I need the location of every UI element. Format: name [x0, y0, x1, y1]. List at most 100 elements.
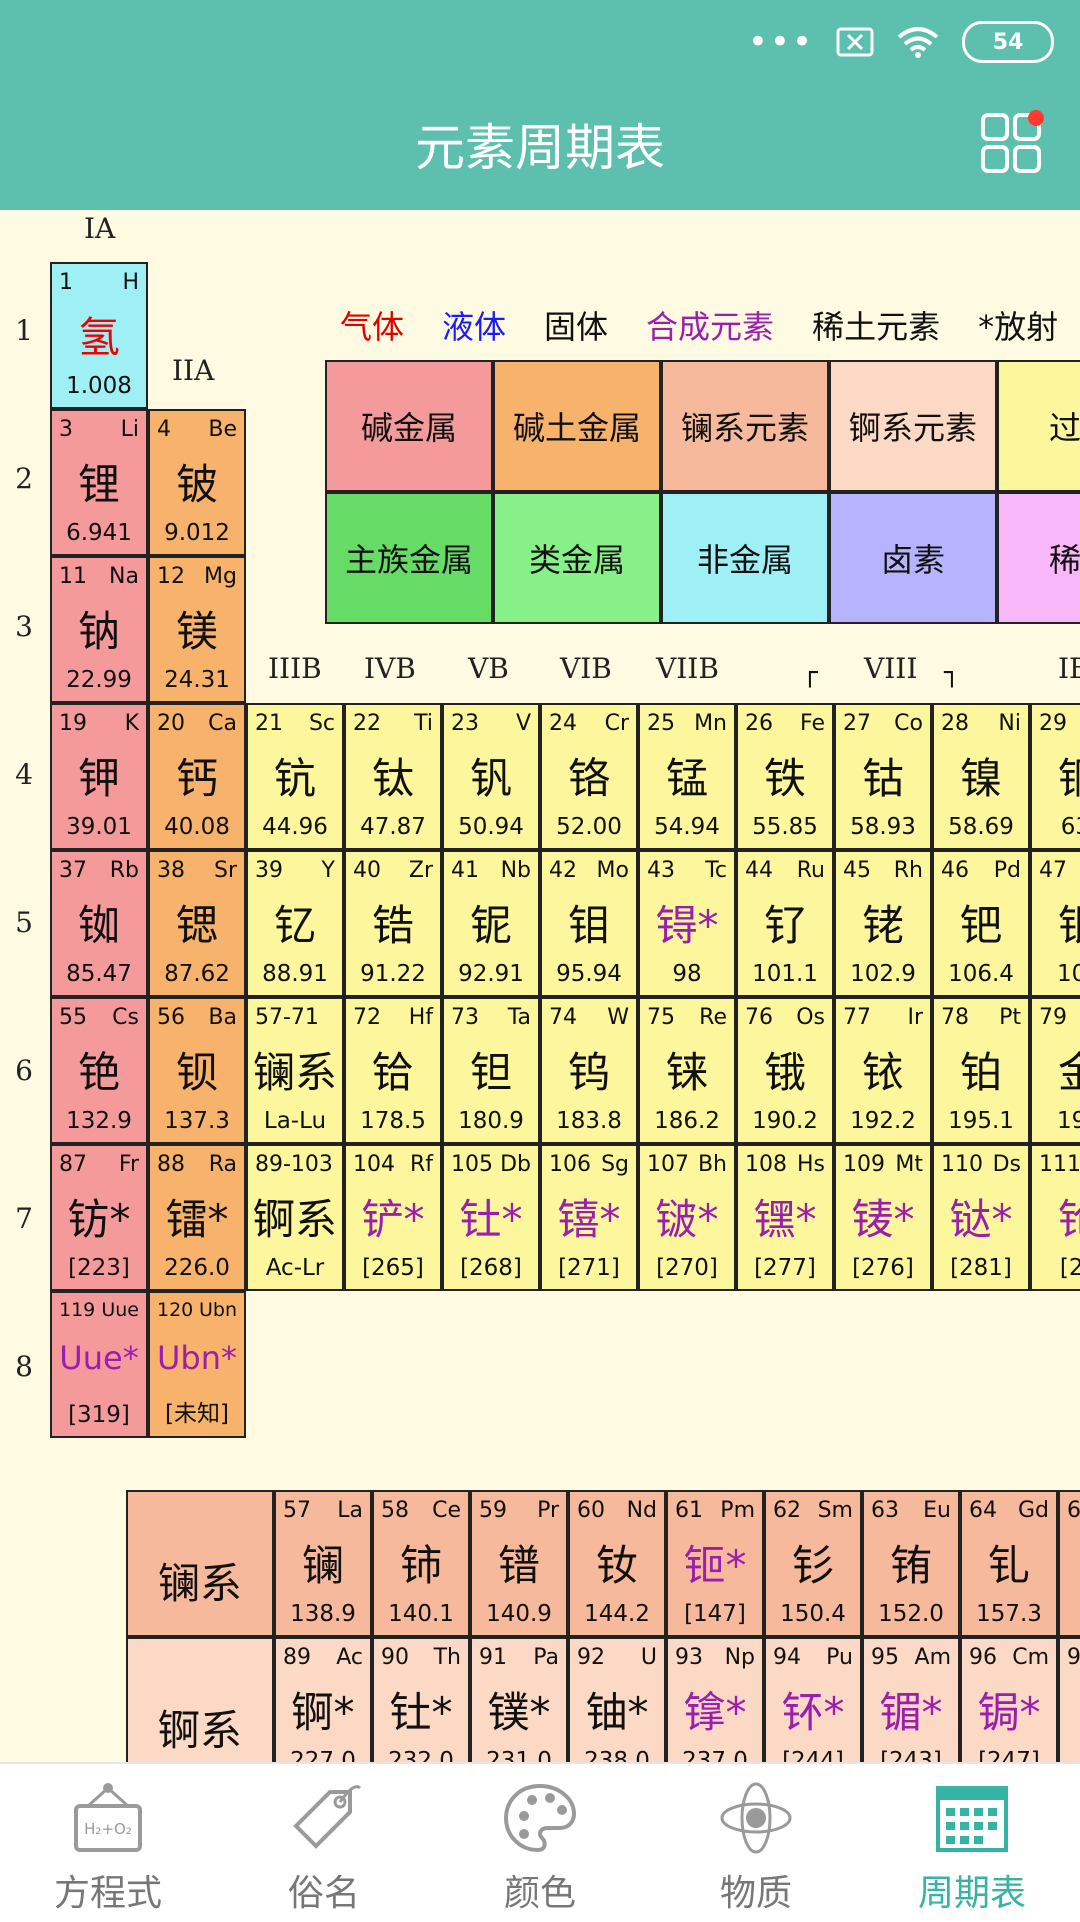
element-cell[interactable]: 93 Np 镎* 237.0 — [666, 1637, 764, 1762]
element-cell[interactable]: 72 Hf 铪 178.5 — [344, 997, 442, 1144]
element-name: 钇 — [273, 901, 316, 950]
element-cell[interactable]: 104 Rf 铲* [265] — [344, 1144, 442, 1291]
element-cell[interactable]: 12 Mg 镁 24.31 — [148, 556, 246, 703]
element-cell[interactable]: 24 Cr 铬 52.00 — [540, 703, 638, 850]
element-cell[interactable]: 11 Na 钠 22.99 — [50, 556, 148, 703]
element-cell[interactable]: 21 Sc 钪 44.96 — [246, 703, 344, 850]
atomic-number: 109 — [843, 1152, 885, 1177]
element-cell[interactable]: 44 Ru 钌 101.1 — [736, 850, 834, 997]
element-cell[interactable]: 4 Be 铍 9.012 — [148, 409, 246, 556]
battery-indicator: 54 — [962, 21, 1054, 63]
element-cell[interactable]: 22 Ti 钛 47.87 — [344, 703, 442, 850]
element-name: 铬 — [567, 754, 610, 803]
atomic-number: 55 — [59, 1005, 87, 1030]
element-cell[interactable]: 87 Fr 钫* [223] — [50, 1144, 148, 1291]
element-cell[interactable]: 95 Am 镅* [243] — [862, 1637, 960, 1762]
element-cell[interactable]: 39 Y 钇 88.91 — [246, 850, 344, 997]
element-cell[interactable]: 76 Os 锇 190.2 — [736, 997, 834, 1144]
element-cell[interactable]: 61 Pm 钷* [147] — [666, 1490, 764, 1637]
atomic-mass: 50.94 — [458, 814, 524, 840]
element-cell[interactable]: 96 Cm 锔* [247] — [960, 1637, 1058, 1762]
element-cell[interactable]: 108 Hs 𬭶* [277] — [736, 1144, 834, 1291]
element-cell[interactable]: 120 Ubn Ubn* [未知] — [148, 1291, 246, 1438]
element-cell[interactable]: 28 Ni 镍 58.69 — [932, 703, 1030, 850]
legend-gas: 气体 — [340, 308, 405, 346]
element-cell[interactable]: 111 𬬭 [28 — [1030, 1144, 1080, 1291]
element-cell[interactable]: 89 Ac 锕* 227.0 — [274, 1637, 372, 1762]
element-cell[interactable]: 60 Nd 钕 144.2 — [568, 1490, 666, 1637]
element-cell[interactable]: 57-71 镧系 La-Lu — [246, 997, 344, 1144]
element-cell[interactable]: 57 La 镧 138.9 — [274, 1490, 372, 1637]
element-cell[interactable]: 64 Gd 钆 157.3 — [960, 1490, 1058, 1637]
element-cell[interactable]: 40 Zr 锆 91.22 — [344, 850, 442, 997]
element-symbol: Ba — [208, 1005, 237, 1030]
element-symbol: W — [607, 1005, 629, 1030]
actinide-series-label[interactable]: 锕系 — [126, 1637, 274, 1762]
nav-periodic-table[interactable]: 周期表 — [864, 1764, 1080, 1922]
element-cell[interactable]: 20 Ca 钙 40.08 — [148, 703, 246, 850]
element-cell[interactable]: 47 银 107 — [1030, 850, 1080, 997]
element-cell[interactable]: 90 Th 钍* 232.0 — [372, 1637, 470, 1762]
element-cell[interactable]: 38 Sr 锶 87.62 — [148, 850, 246, 997]
element-cell[interactable]: 27 Co 钴 58.93 — [834, 703, 932, 850]
nav-equation[interactable]: H₂+O₂ 方程式 — [0, 1764, 216, 1922]
element-cell[interactable]: 43 Tc 锝* 98 — [638, 850, 736, 997]
element-cell[interactable]: 79 金 197 — [1030, 997, 1080, 1144]
element-cell[interactable]: 23 V 钒 50.94 — [442, 703, 540, 850]
element-symbol: Bh — [697, 1152, 727, 1177]
element-name: 镍 — [959, 754, 1002, 803]
app-bar: ••• 54 元素周期表 — [0, 0, 1080, 210]
element-cell[interactable]: 73 Ta 钽 180.9 — [442, 997, 540, 1144]
element-cell[interactable]: 75 Re 铼 186.2 — [638, 997, 736, 1144]
element-cell[interactable]: 3 Li 锂 6.941 — [50, 409, 148, 556]
element-symbol: Y — [321, 858, 335, 883]
element-cell[interactable]: 61 — [1058, 1490, 1080, 1637]
element-cell[interactable]: 26 Fe 铁 55.85 — [736, 703, 834, 850]
atomic-mass: 195.1 — [948, 1108, 1014, 1134]
element-symbol: Pu — [826, 1645, 853, 1670]
element-symbol: Rf — [409, 1152, 433, 1177]
element-cell[interactable]: 89-103 锕系 Ac-Lr — [246, 1144, 344, 1291]
element-symbol: Li — [120, 417, 139, 442]
lanthanide-series-label[interactable]: 镧系 — [126, 1490, 274, 1637]
element-cell[interactable]: 91 Pa 镤* 231.0 — [470, 1637, 568, 1762]
element-cell[interactable]: 109 Mt 鿏* [276] — [834, 1144, 932, 1291]
element-cell[interactable]: 56 Ba 钡 137.3 — [148, 997, 246, 1144]
element-cell[interactable]: 92 U 铀* 238.0 — [568, 1637, 666, 1762]
atomic-number: 107 — [647, 1152, 689, 1177]
nav-color[interactable]: 颜色 — [432, 1764, 648, 1922]
element-cell[interactable]: 78 Pt 铂 195.1 — [932, 997, 1030, 1144]
element-cell[interactable]: 55 Cs 铯 132.9 — [50, 997, 148, 1144]
element-cell[interactable]: 25 Mn 锰 54.94 — [638, 703, 736, 850]
atomic-number: 78 — [941, 1005, 969, 1030]
element-cell[interactable]: 77 Ir 铱 192.2 — [834, 997, 932, 1144]
element-cell[interactable]: 105 Db 钍* [268] — [442, 1144, 540, 1291]
element-cell[interactable]: 45 Rh 铑 102.9 — [834, 850, 932, 997]
element-cell[interactable]: 37 Rb 铷 85.47 — [50, 850, 148, 997]
element-cell[interactable]: 1 H 氢 1.008 — [50, 262, 148, 409]
atomic-mass: 186.2 — [654, 1108, 720, 1134]
element-cell[interactable]: 110 Ds 𫟼* [281] — [932, 1144, 1030, 1291]
nav-common-name[interactable]: 俗名 — [216, 1764, 432, 1922]
element-cell[interactable]: 63 Eu 铕 152.0 — [862, 1490, 960, 1637]
atomic-mass: 137.3 — [164, 1108, 230, 1134]
element-cell[interactable]: 59 Pr 镨 140.9 — [470, 1490, 568, 1637]
element-cell[interactable]: 74 W 钨 183.8 — [540, 997, 638, 1144]
element-name: 铱 — [861, 1048, 904, 1097]
periodic-table[interactable]: IA IIA IIIB IVB VB VIB VIIB ┌ VIII ┐ IB … — [0, 210, 1080, 1762]
element-cell[interactable]: 97 — [1058, 1637, 1080, 1762]
element-cell[interactable]: 41 Nb 铌 92.91 — [442, 850, 540, 997]
element-cell[interactable]: 62 Sm 钐 150.4 — [764, 1490, 862, 1637]
element-cell[interactable]: 29 铜 63. — [1030, 703, 1080, 850]
atomic-number: 57 — [283, 1498, 311, 1523]
element-cell[interactable]: 42 Mo 钼 95.94 — [540, 850, 638, 997]
element-cell[interactable]: 46 Pd 钯 106.4 — [932, 850, 1030, 997]
nav-substance[interactable]: 物质 — [648, 1764, 864, 1922]
element-cell[interactable]: 58 Ce 铈 140.1 — [372, 1490, 470, 1637]
element-cell[interactable]: 106 Sg 𬭳* [271] — [540, 1144, 638, 1291]
element-cell[interactable]: 107 Bh 𬭛* [270] — [638, 1144, 736, 1291]
element-cell[interactable]: 19 K 钾 39.01 — [50, 703, 148, 850]
element-cell[interactable]: 94 Pu 钚* [244] — [764, 1637, 862, 1762]
element-cell[interactable]: 119 Uue Uue* [319] — [50, 1291, 148, 1438]
element-cell[interactable]: 88 Ra 镭* 226.0 — [148, 1144, 246, 1291]
